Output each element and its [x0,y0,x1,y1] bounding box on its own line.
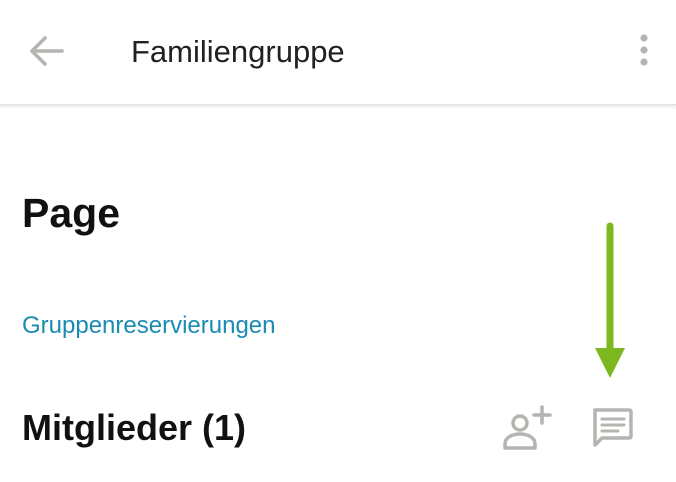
chat-icon [593,408,633,447]
person-add-icon [503,405,552,450]
members-heading: Mitglieder (1) [22,407,247,448]
back-button[interactable] [24,30,70,76]
screen: Familiengruppe Page Gruppenreservierunge… [0,0,676,482]
page-heading: Page [22,190,120,236]
arrow-down-icon [595,222,625,378]
annotation-arrow-down [592,222,628,382]
add-member-button[interactable] [502,404,554,452]
app-bar-title: Familiengruppe [131,34,345,69]
group-reservations-link[interactable]: Gruppenreservierungen [22,310,276,342]
app-bar: Familiengruppe [0,0,676,105]
arrow-back-icon [30,36,64,66]
overflow-menu-button[interactable] [628,30,660,74]
more-vert-icon [640,34,648,66]
chat-button[interactable] [588,404,636,452]
